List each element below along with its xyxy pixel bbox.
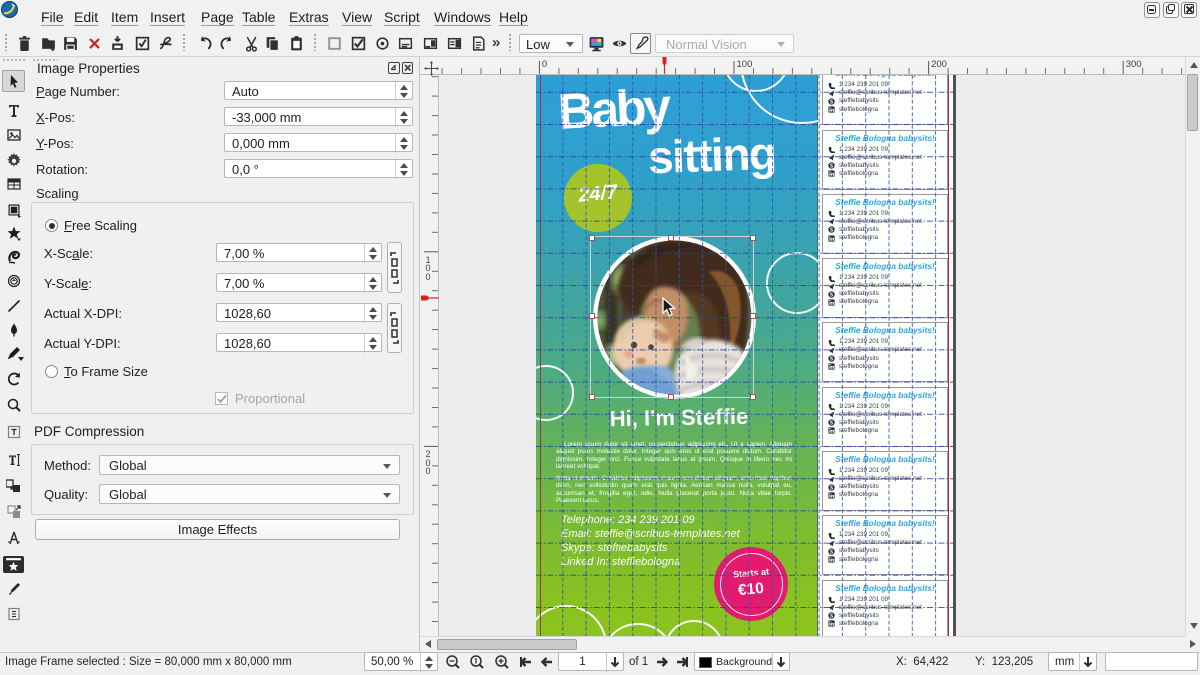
svg-text:0: 0 [542,59,547,70]
svg-text:100: 100 [737,59,753,70]
svg-text:200: 200 [931,59,947,70]
svg-text:300: 300 [1126,59,1142,70]
